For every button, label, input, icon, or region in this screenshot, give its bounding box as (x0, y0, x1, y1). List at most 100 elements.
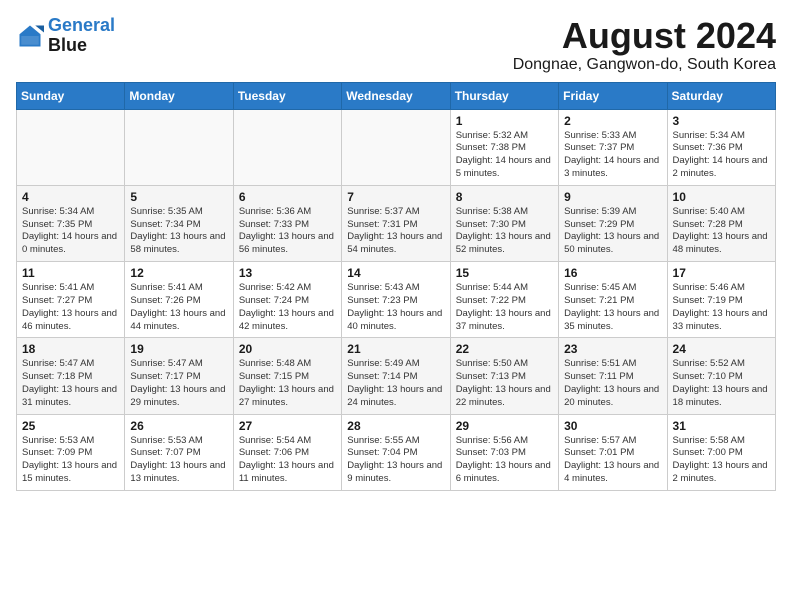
day-number: 18 (22, 342, 119, 356)
day-number: 20 (239, 342, 336, 356)
calendar-week-2: 4 Sunrise: 5:34 AM Sunset: 7:35 PM Daylig… (17, 185, 776, 261)
day-number: 7 (347, 190, 444, 204)
day-number: 29 (456, 419, 553, 433)
day-content: Sunrise: 5:33 AM Sunset: 7:37 PM Dayligh… (564, 130, 661, 181)
calendar-cell: 26Sunrise: 5:53 AM Sunset: 7:07 PM Dayli… (125, 414, 233, 490)
day-number: 19 (130, 342, 227, 356)
calendar-cell (233, 109, 341, 185)
weekday-header-row: SundayMondayTuesdayWednesdayThursdayFrid… (17, 82, 776, 109)
weekday-header-monday: Monday (125, 82, 233, 109)
calendar-cell: 29 Sunrise: 5:56 AM Sunset: 7:03 PM Dayli… (450, 414, 558, 490)
day-content: Sunrise: 5:45 AM Sunset: 7:21 PM Dayligh… (564, 282, 661, 333)
calendar-week-4: 18 Sunrise: 5:47 AM Sunset: 7:18 PM Dayli… (17, 338, 776, 414)
calendar-cell (17, 109, 125, 185)
day-number: 14 (347, 266, 444, 280)
day-number: 16 (564, 266, 661, 280)
day-number: 11 (22, 266, 119, 280)
day-number: 10 (673, 190, 770, 204)
day-content: Sunrise: 5:57 AM Sunset: 7:01 PM Dayligh… (564, 435, 661, 486)
calendar-cell: 3 Sunrise: 5:34 AM Sunset: 7:36 PM Daylig… (667, 109, 775, 185)
day-content: Sunrise: 5:32 AM Sunset: 7:38 PM Dayligh… (456, 130, 553, 181)
day-content: Sunrise: 5:48 AM Sunset: 7:15 PM Dayligh… (239, 358, 336, 409)
day-number: 4 (22, 190, 119, 204)
calendar-cell: 10Sunrise: 5:40 AM Sunset: 7:28 PM Dayli… (667, 185, 775, 261)
calendar-cell: 25Sunrise: 5:53 AM Sunset: 7:09 PM Dayli… (17, 414, 125, 490)
day-content: Sunrise: 5:53 AM Sunset: 7:07 PM Dayligh… (130, 435, 227, 486)
calendar-cell: 7 Sunrise: 5:37 AM Sunset: 7:31 PM Daylig… (342, 185, 450, 261)
day-number: 23 (564, 342, 661, 356)
day-content: Sunrise: 5:34 AM Sunset: 7:36 PM Dayligh… (673, 130, 770, 181)
day-number: 15 (456, 266, 553, 280)
day-number: 6 (239, 190, 336, 204)
logo-icon (16, 22, 44, 50)
calendar-cell: 6 Sunrise: 5:36 AM Sunset: 7:33 PM Daylig… (233, 185, 341, 261)
day-number: 30 (564, 419, 661, 433)
day-number: 22 (456, 342, 553, 356)
calendar-cell: 20 Sunrise: 5:48 AM Sunset: 7:15 PM Dayli… (233, 338, 341, 414)
day-content: Sunrise: 5:39 AM Sunset: 7:29 PM Dayligh… (564, 206, 661, 257)
day-number: 27 (239, 419, 336, 433)
weekday-header-wednesday: Wednesday (342, 82, 450, 109)
day-content: Sunrise: 5:36 AM Sunset: 7:33 PM Dayligh… (239, 206, 336, 257)
day-content: Sunrise: 5:54 AM Sunset: 7:06 PM Dayligh… (239, 435, 336, 486)
calendar-cell (342, 109, 450, 185)
calendar-cell: 19 Sunrise: 5:47 AM Sunset: 7:17 PM Dayli… (125, 338, 233, 414)
month-year-title: August 2024 (513, 16, 776, 56)
day-content: Sunrise: 5:50 AM Sunset: 7:13 PM Dayligh… (456, 358, 553, 409)
calendar-cell: 11Sunrise: 5:41 AM Sunset: 7:27 PM Dayli… (17, 262, 125, 338)
calendar-cell: 28Sunrise: 5:55 AM Sunset: 7:04 PM Dayli… (342, 414, 450, 490)
calendar-cell: 17Sunrise: 5:46 AM Sunset: 7:19 PM Dayli… (667, 262, 775, 338)
calendar-cell: 30 Sunrise: 5:57 AM Sunset: 7:01 PM Dayli… (559, 414, 667, 490)
day-content: Sunrise: 5:49 AM Sunset: 7:14 PM Dayligh… (347, 358, 444, 409)
day-content: Sunrise: 5:37 AM Sunset: 7:31 PM Dayligh… (347, 206, 444, 257)
day-number: 1 (456, 114, 553, 128)
day-number: 31 (673, 419, 770, 433)
weekday-header-friday: Friday (559, 82, 667, 109)
day-number: 21 (347, 342, 444, 356)
calendar-cell: 13Sunrise: 5:42 AM Sunset: 7:24 PM Dayli… (233, 262, 341, 338)
weekday-header-sunday: Sunday (17, 82, 125, 109)
day-content: Sunrise: 5:35 AM Sunset: 7:34 PM Dayligh… (130, 206, 227, 257)
calendar-cell: 23Sunrise: 5:51 AM Sunset: 7:11 PM Dayli… (559, 338, 667, 414)
day-number: 3 (673, 114, 770, 128)
calendar-cell: 4 Sunrise: 5:34 AM Sunset: 7:35 PM Daylig… (17, 185, 125, 261)
calendar-cell: 14 Sunrise: 5:43 AM Sunset: 7:23 PM Dayli… (342, 262, 450, 338)
day-content: Sunrise: 5:43 AM Sunset: 7:23 PM Dayligh… (347, 282, 444, 333)
weekday-header-saturday: Saturday (667, 82, 775, 109)
calendar-cell: 21 Sunrise: 5:49 AM Sunset: 7:14 PM Dayli… (342, 338, 450, 414)
day-content: Sunrise: 5:44 AM Sunset: 7:22 PM Dayligh… (456, 282, 553, 333)
calendar-week-1: 1 Sunrise: 5:32 AM Sunset: 7:38 PM Daylig… (17, 109, 776, 185)
calendar-table: SundayMondayTuesdayWednesdayThursdayFrid… (16, 82, 776, 491)
calendar-cell: 12 Sunrise: 5:41 AM Sunset: 7:26 PM Dayli… (125, 262, 233, 338)
day-content: Sunrise: 5:41 AM Sunset: 7:26 PM Dayligh… (130, 282, 227, 333)
day-number: 13 (239, 266, 336, 280)
day-content: Sunrise: 5:34 AM Sunset: 7:35 PM Dayligh… (22, 206, 119, 257)
calendar-cell: 2Sunrise: 5:33 AM Sunset: 7:37 PM Daylig… (559, 109, 667, 185)
day-content: Sunrise: 5:58 AM Sunset: 7:00 PM Dayligh… (673, 435, 770, 486)
calendar-cell: 24Sunrise: 5:52 AM Sunset: 7:10 PM Dayli… (667, 338, 775, 414)
weekday-header-tuesday: Tuesday (233, 82, 341, 109)
day-number: 5 (130, 190, 227, 204)
day-content: Sunrise: 5:56 AM Sunset: 7:03 PM Dayligh… (456, 435, 553, 486)
logo-line2: Blue (48, 36, 115, 56)
logo-line1: General (48, 15, 115, 35)
day-content: Sunrise: 5:47 AM Sunset: 7:17 PM Dayligh… (130, 358, 227, 409)
title-block: August 2024 Dongnae, Gangwon-do, South K… (513, 16, 776, 74)
day-number: 25 (22, 419, 119, 433)
day-number: 12 (130, 266, 227, 280)
calendar-week-3: 11Sunrise: 5:41 AM Sunset: 7:27 PM Dayli… (17, 262, 776, 338)
calendar-cell: 8Sunrise: 5:38 AM Sunset: 7:30 PM Daylig… (450, 185, 558, 261)
logo: General Blue (16, 16, 115, 56)
calendar-cell: 31 Sunrise: 5:58 AM Sunset: 7:00 PM Dayli… (667, 414, 775, 490)
day-content: Sunrise: 5:46 AM Sunset: 7:19 PM Dayligh… (673, 282, 770, 333)
logo-text: General Blue (48, 16, 115, 56)
weekday-header-thursday: Thursday (450, 82, 558, 109)
day-number: 24 (673, 342, 770, 356)
location-subtitle: Dongnae, Gangwon-do, South Korea (513, 56, 776, 74)
calendar-cell: 22 Sunrise: 5:50 AM Sunset: 7:13 PM Dayli… (450, 338, 558, 414)
calendar-cell: 15 Sunrise: 5:44 AM Sunset: 7:22 PM Dayli… (450, 262, 558, 338)
calendar-cell: 5 Sunrise: 5:35 AM Sunset: 7:34 PM Daylig… (125, 185, 233, 261)
calendar-cell: 9Sunrise: 5:39 AM Sunset: 7:29 PM Daylig… (559, 185, 667, 261)
calendar-cell (125, 109, 233, 185)
day-content: Sunrise: 5:47 AM Sunset: 7:18 PM Dayligh… (22, 358, 119, 409)
